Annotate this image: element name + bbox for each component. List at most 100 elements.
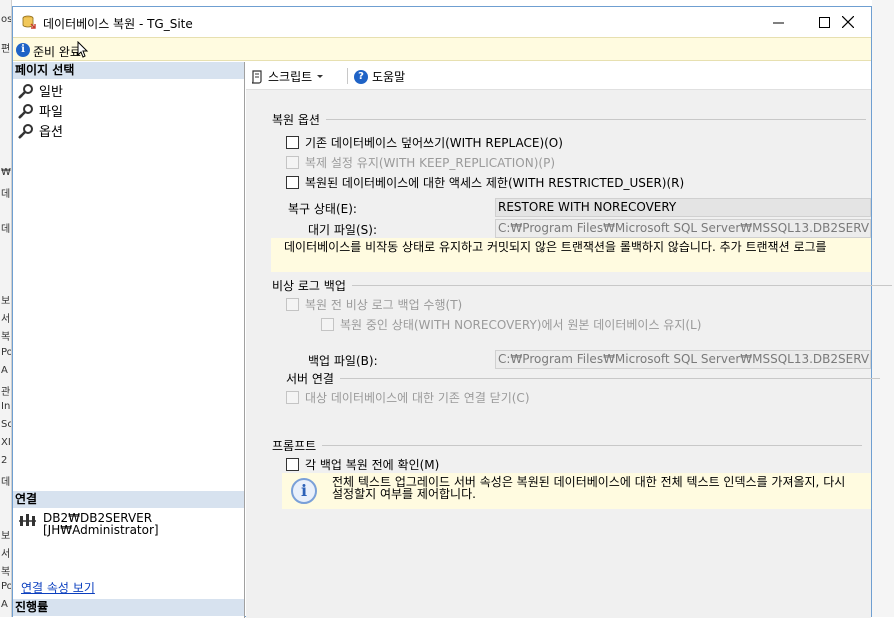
- overwrite-checkbox[interactable]: 기존 데이터베이스 덮어쓰기(WITH REPLACE)(O): [286, 134, 563, 151]
- section-label: 프롬프트: [272, 439, 317, 453]
- page-select-header: 페이지 선택: [13, 62, 244, 79]
- title-bar[interactable]: 데이터베이스 복원 - TG_Site: [13, 7, 871, 37]
- checkbox-box[interactable]: [286, 391, 299, 404]
- checkbox-box[interactable]: [321, 318, 334, 331]
- bg-fragment: 2: [1, 455, 8, 466]
- nav-item-files[interactable]: 파일: [17, 101, 63, 120]
- checkbox-label: 복원 전 비상 로그 백업 수행(T): [305, 298, 463, 312]
- chevron-down-icon: [317, 74, 324, 78]
- window-title: 데이터베이스 복원 - TG_Site: [43, 17, 193, 31]
- checkbox-label: 복제 설정 유지(WITH KEEP_REPLICATION)(P): [305, 156, 556, 170]
- checkbox-label: 대상 데이터베이스에 대한 기존 연결 닫기(C): [305, 391, 530, 405]
- nav-item-label: 일반: [39, 85, 63, 100]
- bg-fragment: Sc: [1, 419, 12, 430]
- view-connection-properties-link[interactable]: 연결 속성 보기: [21, 579, 95, 596]
- bg-fragment: A: [1, 365, 8, 376]
- standby-file-input[interactable]: C:₩Program Files₩Microsoft SQL Server₩MS…: [495, 219, 871, 238]
- restore-options-section: 복원 옵션: [272, 111, 866, 128]
- checkbox-label: 기존 데이터베이스 덮어쓰기(WITH REPLACE)(O): [305, 136, 563, 150]
- right-pane: 스크립트 ? 도움말 복원 옵션 기존 데이터베이스 덮어쓰기(WITH REP…: [246, 62, 871, 618]
- minimize-icon: [772, 22, 784, 23]
- full-text-info-box: i 전체 텍스트 업그레이드 서버 속성은 복원된 데이터베이스에 대한 전체 …: [282, 473, 871, 509]
- close-connections-checkbox[interactable]: 대상 데이터베이스에 대한 기존 연결 닫기(C): [286, 389, 530, 406]
- help-label: 도움말: [372, 70, 406, 84]
- nav-item-general[interactable]: 일반: [17, 81, 63, 100]
- bg-fragment: 보: [1, 296, 11, 307]
- database-restore-icon: [22, 15, 36, 29]
- status-bar: i 준비 완료: [13, 37, 871, 61]
- bg-fragment: 복: [1, 567, 11, 578]
- recovery-state-note: 데이터베이스를 비작동 상태로 유지하고 커밋되지 않은 트랜잭션을 롤백하지 …: [271, 238, 871, 272]
- connection-header: 연결: [13, 491, 244, 508]
- wrench-key-icon: [18, 123, 33, 139]
- bg-fragment: os: [1, 14, 12, 25]
- script-button[interactable]: 스크립트: [250, 68, 324, 85]
- confirm-before-restore-checkbox[interactable]: 각 백업 복원 전에 확인(M): [286, 456, 439, 473]
- wrench-key-icon: [18, 83, 33, 99]
- backup-file-label: 백업 파일(B):: [308, 354, 378, 368]
- prompt-section: 프롬프트: [272, 437, 862, 454]
- bg-fragment: 관: [1, 387, 11, 398]
- status-text: 준비 완료: [33, 45, 81, 59]
- close-icon: [842, 16, 854, 28]
- bg-fragment: A: [1, 599, 8, 610]
- server-connection-icon: [19, 514, 36, 526]
- bg-fragment: 보: [1, 531, 11, 542]
- checkbox-label: 각 백업 복원 전에 확인(M): [305, 458, 440, 472]
- leave-restoring-checkbox[interactable]: 복원 중인 상태(WITH NORECOVERY)에서 원본 데이터베이스 유지…: [321, 316, 701, 333]
- script-label: 스크립트: [268, 70, 313, 84]
- section-label: 복원 옵션: [272, 113, 320, 127]
- bg-fragment: 데: [1, 477, 11, 488]
- section-label: 비상 로그 백업: [272, 279, 346, 293]
- connection-info: DB2₩DB2SERVER [JH₩Administrator]: [43, 511, 159, 537]
- checkbox-box[interactable]: [286, 136, 299, 149]
- info-icon: i: [16, 43, 30, 57]
- nav-item-label: 옵션: [39, 125, 63, 140]
- note-text: 데이터베이스를 비작동 상태로 유지하고 커밋되지 않은 트랜잭션을 롤백하지 …: [284, 240, 827, 254]
- take-tail-log-checkbox[interactable]: 복원 전 비상 로그 백업 수행(T): [286, 296, 462, 313]
- background-app-strip: os 편 ₩ 데 데 보 서 복 Po A 관 In Sc XI 2 데 보 서…: [0, 0, 12, 617]
- backup-file-input[interactable]: C:₩Program Files₩Microsoft SQL Server₩MS…: [495, 350, 871, 369]
- info-line: 설정할지 여부를 제어합니다.: [332, 487, 476, 501]
- background-app-right: [872, 0, 894, 617]
- section-label: 서버 연결: [286, 372, 334, 386]
- bg-fragment: 데: [1, 224, 11, 235]
- bg-fragment: 데: [1, 189, 11, 200]
- restricted-user-checkbox[interactable]: 복원된 데이터베이스에 대한 액세스 제한(WITH RESTRICTED_US…: [286, 174, 684, 191]
- wrench-key-icon: [18, 103, 33, 119]
- bg-fragment: ₩: [1, 167, 11, 178]
- help-button[interactable]: ? 도움말: [354, 68, 405, 85]
- tail-log-section: 비상 로그 백업: [272, 277, 892, 294]
- server-connections-section: 서버 연결: [286, 370, 880, 387]
- bg-fragment: Po: [1, 581, 12, 592]
- bg-fragment: 서: [1, 549, 11, 560]
- keep-replication-checkbox[interactable]: 복제 설정 유지(WITH KEEP_REPLICATION)(P): [286, 154, 555, 171]
- minimize-button[interactable]: [755, 7, 801, 37]
- script-icon: [251, 69, 262, 84]
- standby-file-label: 대기 파일(S):: [308, 223, 377, 237]
- checkbox-label: 복원된 데이터베이스에 대한 액세스 제한(WITH RESTRICTED_US…: [305, 176, 685, 190]
- recovery-state-dropdown[interactable]: RESTORE WITH NORECOVERY: [495, 198, 871, 217]
- nav-item-label: 파일: [39, 105, 63, 120]
- info-icon: i: [291, 478, 317, 504]
- toolbar: 스크립트 ? 도움말: [246, 62, 871, 90]
- help-icon: ?: [354, 69, 368, 84]
- bg-fragment: 서: [1, 314, 11, 325]
- left-pane: 페이지 선택 일반 파일 옵션 연결 DB2₩DB2SERVER [JH₩Adm…: [13, 62, 245, 618]
- checkbox-box[interactable]: [286, 298, 299, 311]
- bg-fragment: 편: [1, 44, 11, 55]
- bg-fragment: Po: [1, 347, 12, 358]
- checkbox-box[interactable]: [286, 176, 299, 189]
- progress-header: 진행률: [13, 599, 244, 616]
- bg-fragment: In: [1, 401, 11, 412]
- bg-fragment: XI: [1, 437, 11, 448]
- close-button[interactable]: [825, 7, 871, 37]
- checkbox-box[interactable]: [286, 458, 299, 471]
- checkbox-box[interactable]: [286, 156, 299, 169]
- nav-item-options[interactable]: 옵션: [17, 121, 63, 140]
- bg-fragment: 복: [1, 332, 11, 343]
- toolbar-separator: [347, 68, 348, 84]
- recovery-state-label: 복구 상태(E):: [288, 202, 357, 216]
- restore-database-window: 데이터베이스 복원 - TG_Site i 준비 완료 페이지 선택 일반 파일: [12, 6, 872, 618]
- mouse-cursor-icon: [77, 41, 89, 58]
